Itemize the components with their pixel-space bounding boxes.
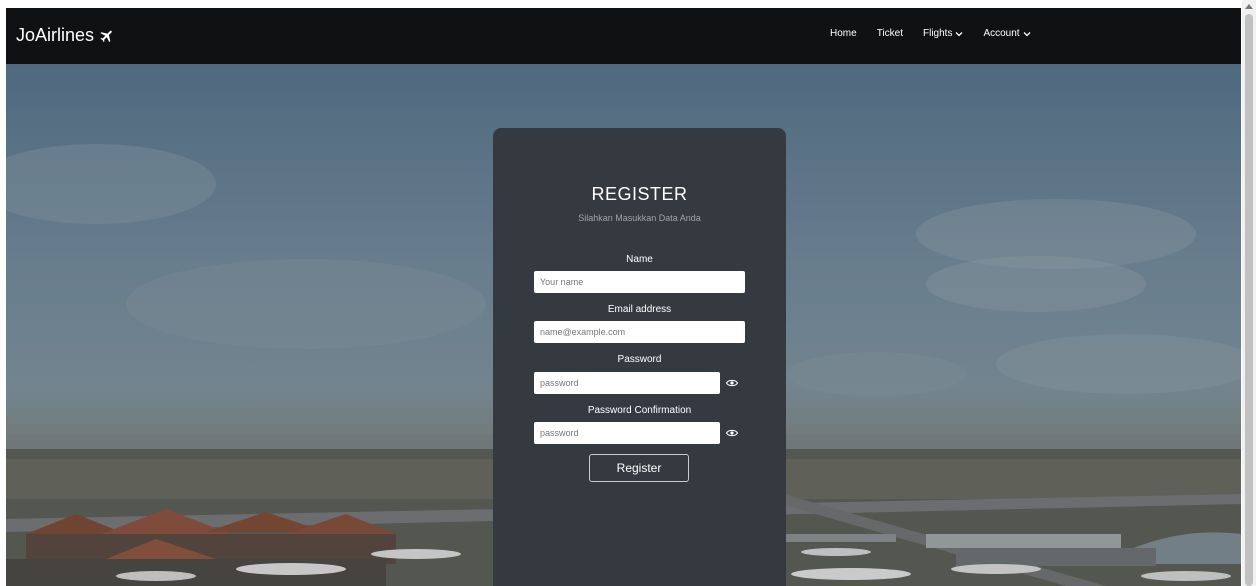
chevron-down-icon <box>955 31 963 37</box>
brand-link[interactable]: JoAirlines <box>16 25 115 46</box>
nav-ticket-label: Ticket <box>876 28 903 39</box>
nav-account-dropdown[interactable]: Account <box>983 28 1031 39</box>
scroll-up-arrow-icon[interactable] <box>1244 2 1254 10</box>
brand-name: JoAirlines <box>16 25 95 45</box>
eye-icon[interactable] <box>726 377 738 389</box>
password-label: Password <box>617 354 662 365</box>
nav-flights-dropdown[interactable]: Flights <box>923 28 963 39</box>
nav-ticket[interactable]: Ticket <box>877 28 903 39</box>
browser-viewport: JoAirlines Home Ticket Flights Account R… <box>6 8 1241 586</box>
email-input[interactable] <box>534 321 745 343</box>
eye-icon[interactable] <box>726 427 738 439</box>
airplane-icon <box>99 28 115 44</box>
register-button[interactable]: Register <box>589 454 689 482</box>
nav-home[interactable]: Home <box>830 28 857 39</box>
password-confirmation-label: Password Confirmation <box>587 405 692 416</box>
chevron-down-icon <box>1023 31 1031 37</box>
password-input[interactable] <box>534 372 720 394</box>
nav-home-label: Home <box>830 28 857 39</box>
vertical-scrollbar[interactable] <box>1242 0 1256 586</box>
name-label: Name <box>626 254 653 265</box>
password-confirmation-input[interactable] <box>534 422 720 444</box>
top-navbar: JoAirlines Home Ticket Flights Account <box>6 8 1241 64</box>
email-label: Email address <box>607 304 672 315</box>
nav-links: Home Ticket Flights Account <box>830 28 1051 39</box>
register-card: REGISTER Silahkan Masukkan Data Anda Nam… <box>493 128 786 586</box>
register-title: REGISTER <box>591 184 688 204</box>
name-input[interactable] <box>534 271 745 293</box>
nav-account-label: Account <box>983 28 1020 39</box>
nav-flights-label: Flights <box>923 28 953 39</box>
scrollbar-thumb[interactable] <box>1245 14 1253 586</box>
register-subtitle: Silahkan Masukkan Data Anda <box>578 213 701 223</box>
